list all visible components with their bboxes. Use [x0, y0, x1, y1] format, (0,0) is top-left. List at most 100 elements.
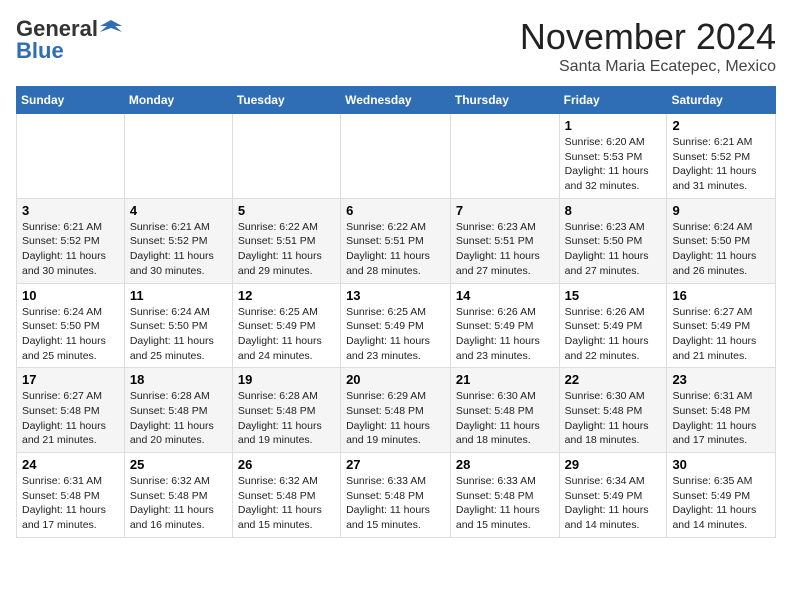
day-info: Sunrise: 6:23 AM Sunset: 5:50 PM Dayligh… — [565, 220, 662, 279]
day-info: Sunrise: 6:28 AM Sunset: 5:48 PM Dayligh… — [130, 389, 227, 448]
calendar-cell: 23 Sunrise: 6:31 AM Sunset: 5:48 PM Dayli… — [667, 368, 776, 453]
header: General Blue November 2024 Santa Maria E… — [16, 16, 776, 76]
calendar-cell: 16 Sunrise: 6:27 AM Sunset: 5:49 PM Dayli… — [667, 283, 776, 368]
calendar-cell: 6 Sunrise: 6:22 AM Sunset: 5:51 PM Daylig… — [341, 198, 451, 283]
day-number: 1 — [565, 118, 662, 133]
day-info: Sunrise: 6:35 AM Sunset: 5:49 PM Dayligh… — [672, 474, 770, 533]
day-number: 15 — [565, 288, 662, 303]
day-info: Sunrise: 6:29 AM Sunset: 5:48 PM Dayligh… — [346, 389, 445, 448]
day-number: 10 — [22, 288, 119, 303]
weekday-header-cell: Wednesday — [341, 87, 451, 114]
title-section: November 2024 Santa Maria Ecatepec, Mexi… — [520, 16, 776, 76]
calendar-cell: 19Sunrise: 6:28 AM Sunset: 5:48 PM Dayli… — [232, 368, 340, 453]
calendar-cell: 8 Sunrise: 6:23 AM Sunset: 5:50 PM Daylig… — [559, 198, 667, 283]
logo-bird-icon — [100, 18, 122, 40]
day-info: Sunrise: 6:28 AM Sunset: 5:48 PM Dayligh… — [238, 389, 335, 448]
day-number: 21 — [456, 372, 554, 387]
calendar-cell: 2 Sunrise: 6:21 AM Sunset: 5:52 PM Daylig… — [667, 114, 776, 199]
day-number: 25 — [130, 457, 227, 472]
calendar-cell: 20 Sunrise: 6:29 AM Sunset: 5:48 PM Dayli… — [341, 368, 451, 453]
day-info: Sunrise: 6:27 AM Sunset: 5:48 PM Dayligh… — [22, 389, 119, 448]
day-info: Sunrise: 6:31 AM Sunset: 5:48 PM Dayligh… — [22, 474, 119, 533]
calendar-cell: 10 Sunrise: 6:24 AM Sunset: 5:50 PM Dayli… — [17, 283, 125, 368]
calendar-body: 1 Sunrise: 6:20 AM Sunset: 5:53 PM Daylig… — [17, 114, 776, 538]
day-info: Sunrise: 6:30 AM Sunset: 5:48 PM Dayligh… — [456, 389, 554, 448]
day-info: Sunrise: 6:32 AM Sunset: 5:48 PM Dayligh… — [130, 474, 227, 533]
calendar-cell: 28Sunrise: 6:33 AM Sunset: 5:48 PM Dayli… — [450, 453, 559, 538]
calendar-cell: 7Sunrise: 6:23 AM Sunset: 5:51 PM Daylig… — [450, 198, 559, 283]
calendar-cell — [17, 114, 125, 199]
calendar-cell: 1 Sunrise: 6:20 AM Sunset: 5:53 PM Daylig… — [559, 114, 667, 199]
day-info: Sunrise: 6:30 AM Sunset: 5:48 PM Dayligh… — [565, 389, 662, 448]
day-number: 6 — [346, 203, 445, 218]
day-number: 23 — [672, 372, 770, 387]
calendar-week-row: 24 Sunrise: 6:31 AM Sunset: 5:48 PM Dayli… — [17, 453, 776, 538]
day-number: 20 — [346, 372, 445, 387]
day-number: 29 — [565, 457, 662, 472]
day-number: 7 — [456, 203, 554, 218]
day-number: 18 — [130, 372, 227, 387]
calendar-cell: 14 Sunrise: 6:26 AM Sunset: 5:49 PM Dayli… — [450, 283, 559, 368]
day-number: 30 — [672, 457, 770, 472]
calendar-week-row: 1 Sunrise: 6:20 AM Sunset: 5:53 PM Daylig… — [17, 114, 776, 199]
day-info: Sunrise: 6:26 AM Sunset: 5:49 PM Dayligh… — [456, 305, 554, 364]
day-number: 12 — [238, 288, 335, 303]
day-info: Sunrise: 6:34 AM Sunset: 5:49 PM Dayligh… — [565, 474, 662, 533]
weekday-header-cell: Monday — [124, 87, 232, 114]
calendar-cell: 3 Sunrise: 6:21 AM Sunset: 5:52 PM Daylig… — [17, 198, 125, 283]
calendar-cell: 15 Sunrise: 6:26 AM Sunset: 5:49 PM Dayli… — [559, 283, 667, 368]
calendar-cell: 5 Sunrise: 6:22 AM Sunset: 5:51 PM Daylig… — [232, 198, 340, 283]
calendar-cell: 25 Sunrise: 6:32 AM Sunset: 5:48 PM Dayli… — [124, 453, 232, 538]
calendar-cell — [232, 114, 340, 199]
day-info: Sunrise: 6:31 AM Sunset: 5:48 PM Dayligh… — [672, 389, 770, 448]
calendar-cell: 27Sunrise: 6:33 AM Sunset: 5:48 PM Dayli… — [341, 453, 451, 538]
day-info: Sunrise: 6:21 AM Sunset: 5:52 PM Dayligh… — [672, 135, 770, 194]
calendar-table: SundayMondayTuesdayWednesdayThursdayFrid… — [16, 86, 776, 538]
day-number: 14 — [456, 288, 554, 303]
calendar-cell: 30 Sunrise: 6:35 AM Sunset: 5:49 PM Dayli… — [667, 453, 776, 538]
day-number: 4 — [130, 203, 227, 218]
calendar-cell — [450, 114, 559, 199]
calendar-cell: 17Sunrise: 6:27 AM Sunset: 5:48 PM Dayli… — [17, 368, 125, 453]
day-info: Sunrise: 6:20 AM Sunset: 5:53 PM Dayligh… — [565, 135, 662, 194]
weekday-header-cell: Friday — [559, 87, 667, 114]
day-number: 28 — [456, 457, 554, 472]
weekday-header-cell: Thursday — [450, 87, 559, 114]
day-number: 24 — [22, 457, 119, 472]
calendar-cell — [341, 114, 451, 199]
day-info: Sunrise: 6:33 AM Sunset: 5:48 PM Dayligh… — [346, 474, 445, 533]
calendar-cell: 13 Sunrise: 6:25 AM Sunset: 5:49 PM Dayli… — [341, 283, 451, 368]
day-number: 26 — [238, 457, 335, 472]
day-number: 3 — [22, 203, 119, 218]
weekday-header-cell: Saturday — [667, 87, 776, 114]
calendar-cell: 21 Sunrise: 6:30 AM Sunset: 5:48 PM Dayli… — [450, 368, 559, 453]
day-info: Sunrise: 6:32 AM Sunset: 5:48 PM Dayligh… — [238, 474, 335, 533]
day-info: Sunrise: 6:21 AM Sunset: 5:52 PM Dayligh… — [22, 220, 119, 279]
calendar-week-row: 3 Sunrise: 6:21 AM Sunset: 5:52 PM Daylig… — [17, 198, 776, 283]
calendar-cell: 4 Sunrise: 6:21 AM Sunset: 5:52 PM Daylig… — [124, 198, 232, 283]
location-subtitle: Santa Maria Ecatepec, Mexico — [520, 58, 776, 76]
day-info: Sunrise: 6:25 AM Sunset: 5:49 PM Dayligh… — [238, 305, 335, 364]
day-info: Sunrise: 6:22 AM Sunset: 5:51 PM Dayligh… — [238, 220, 335, 279]
day-number: 8 — [565, 203, 662, 218]
day-number: 16 — [672, 288, 770, 303]
calendar-cell: 29 Sunrise: 6:34 AM Sunset: 5:49 PM Dayli… — [559, 453, 667, 538]
calendar-cell — [124, 114, 232, 199]
day-number: 13 — [346, 288, 445, 303]
day-info: Sunrise: 6:24 AM Sunset: 5:50 PM Dayligh… — [22, 305, 119, 364]
calendar-week-row: 10 Sunrise: 6:24 AM Sunset: 5:50 PM Dayli… — [17, 283, 776, 368]
day-info: Sunrise: 6:22 AM Sunset: 5:51 PM Dayligh… — [346, 220, 445, 279]
logo: General Blue — [16, 16, 122, 64]
day-info: Sunrise: 6:27 AM Sunset: 5:49 PM Dayligh… — [672, 305, 770, 364]
day-number: 5 — [238, 203, 335, 218]
calendar-week-row: 17Sunrise: 6:27 AM Sunset: 5:48 PM Dayli… — [17, 368, 776, 453]
day-info: Sunrise: 6:21 AM Sunset: 5:52 PM Dayligh… — [130, 220, 227, 279]
day-number: 2 — [672, 118, 770, 133]
weekday-header-cell: Tuesday — [232, 87, 340, 114]
calendar-cell: 24 Sunrise: 6:31 AM Sunset: 5:48 PM Dayli… — [17, 453, 125, 538]
day-info: Sunrise: 6:24 AM Sunset: 5:50 PM Dayligh… — [130, 305, 227, 364]
weekday-header-cell: Sunday — [17, 87, 125, 114]
day-info: Sunrise: 6:24 AM Sunset: 5:50 PM Dayligh… — [672, 220, 770, 279]
day-info: Sunrise: 6:25 AM Sunset: 5:49 PM Dayligh… — [346, 305, 445, 364]
day-info: Sunrise: 6:26 AM Sunset: 5:49 PM Dayligh… — [565, 305, 662, 364]
